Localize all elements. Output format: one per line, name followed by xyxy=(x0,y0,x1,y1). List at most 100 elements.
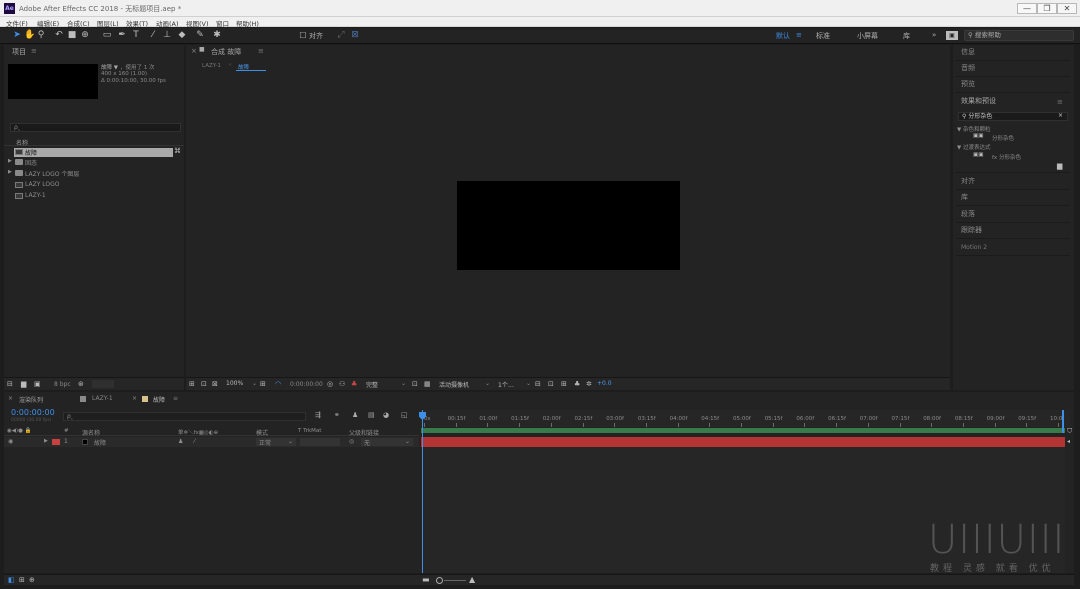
project-panel-title[interactable]: 项目 xyxy=(12,47,26,57)
timeline-search-input[interactable]: ρ‸ xyxy=(63,412,306,421)
channel-icon[interactable]: ♣ xyxy=(351,380,357,388)
effect-category[interactable]: ▼ 杂色和颗粒 xyxy=(957,125,990,133)
parent-header[interactable]: 父级和链接 xyxy=(349,428,379,437)
views-dropdown[interactable]: 1个… xyxy=(498,380,514,389)
effect-item[interactable]: fx 分形杂色 xyxy=(992,153,1021,161)
layer-out-marker-icon[interactable]: ◂ xyxy=(1067,438,1070,445)
project-panel-menu-icon[interactable]: ≡ xyxy=(31,47,37,55)
snapshot-icon[interactable]: ◎ xyxy=(327,380,333,388)
new-folder-icon[interactable]: ▆ xyxy=(21,380,26,388)
effects-presets-tab[interactable]: 效果和预设 xyxy=(956,94,1070,110)
timeline-icon[interactable]: ⊞ xyxy=(561,380,567,388)
rotate-tool-icon[interactable]: ↶ xyxy=(54,30,64,41)
pan-behind-tool-icon[interactable]: ⊕ xyxy=(80,30,90,41)
camera-tool-icon[interactable]: ■ xyxy=(67,30,77,41)
search-help-input[interactable]: ⚲ 搜索帮助 xyxy=(964,30,1074,41)
layer-name[interactable]: 故障 xyxy=(94,438,106,447)
workspace-library[interactable]: 库 xyxy=(903,31,910,41)
minimize-button[interactable]: — xyxy=(1017,3,1037,14)
expand-arrow-icon[interactable]: ▶ xyxy=(8,169,12,175)
motion-blur-icon[interactable]: ◕ xyxy=(383,411,389,419)
flowchart-icon[interactable]: ⌘ xyxy=(174,147,181,155)
frame-blending-icon[interactable]: ▤ xyxy=(368,411,375,419)
chevron-down-icon[interactable]: ⌄ xyxy=(526,380,531,387)
workspace-menu-icon[interactable]: ≡ xyxy=(796,31,802,39)
new-composition-icon[interactable]: ▣ xyxy=(34,380,41,388)
hide-shy-layers-icon[interactable]: ♟ xyxy=(352,411,358,419)
trkmat-dropdown[interactable] xyxy=(300,438,340,446)
menu-animation[interactable]: 动画(A) xyxy=(156,18,179,28)
menu-file[interactable]: 文件(F) xyxy=(6,18,28,28)
exposure-value[interactable]: +0.0 xyxy=(597,380,612,387)
close-tab-icon[interactable]: × xyxy=(8,395,13,402)
toggle-in-out-icon[interactable]: ⊕ xyxy=(29,576,35,584)
magnification-dropdown[interactable]: 100% xyxy=(226,380,243,387)
delete-icon[interactable]: ⊛ xyxy=(78,380,84,388)
text-tool-icon[interactable]: T xyxy=(131,30,141,41)
mode-dropdown[interactable]: 正常 ⌄ xyxy=(256,438,296,447)
work-area-end-marker[interactable] xyxy=(1062,410,1064,433)
project-item-name[interactable]: LAZY LOGO 个图层 xyxy=(25,169,79,178)
chevron-down-icon[interactable]: ⌄ xyxy=(485,380,490,387)
bit-depth-button[interactable]: 8 bpc xyxy=(54,381,71,388)
puppet-tool-icon[interactable]: ✱ xyxy=(212,30,222,41)
thumbnail-slider[interactable] xyxy=(92,380,114,388)
comp-mini-flowchart-icon[interactable]: ⇶ xyxy=(315,411,321,419)
menu-layer[interactable]: 图层(L) xyxy=(97,18,119,28)
current-time[interactable]: 0:00:00:00 xyxy=(290,381,323,388)
layer-row[interactable]: ◉ ▶ 1 故障 ♟ ⁄ 正常 ⌄ ◎ 无 ⌄ xyxy=(4,437,419,447)
roto-brush-tool-icon[interactable]: ✎ xyxy=(195,30,205,41)
sync-settings-icon[interactable]: ▣ xyxy=(946,31,958,40)
close-button[interactable]: ✕ xyxy=(1057,3,1077,14)
more-workspaces-icon[interactable]: » xyxy=(932,31,936,39)
always-preview-icon[interactable]: ⊞ xyxy=(189,380,195,388)
close-tab-icon[interactable]: × xyxy=(191,47,197,55)
guzhang-timeline-tab[interactable]: 故障 xyxy=(153,395,165,404)
show-snapshot-icon[interactable]: ⚇ xyxy=(339,380,345,388)
lock-icon[interactable]: ■ xyxy=(199,46,205,53)
region-of-interest-icon[interactable]: ⊡ xyxy=(412,380,418,388)
info-panel-tab[interactable]: 信息 xyxy=(956,45,1070,61)
menu-edit[interactable]: 编辑(E) xyxy=(37,18,59,28)
workspace-default[interactable]: 默认 xyxy=(776,31,790,41)
view-icon[interactable]: ⊠ xyxy=(212,380,218,388)
paragraph-panel-tab[interactable]: 段落 xyxy=(956,207,1070,223)
preview-panel-tab[interactable]: 预览 xyxy=(956,77,1070,93)
zoom-slider-track[interactable] xyxy=(444,580,466,581)
new-preset-icon[interactable]: ▆ xyxy=(1057,162,1062,170)
clone-stamp-tool-icon[interactable]: ⊥ xyxy=(162,30,172,41)
menu-window[interactable]: 窗口 xyxy=(216,18,229,28)
clear-search-icon[interactable]: × xyxy=(1058,112,1063,119)
column-name[interactable]: 名称 xyxy=(16,138,28,147)
menu-composition[interactable]: 合成(C) xyxy=(67,18,90,28)
current-time-indicator[interactable] xyxy=(422,410,423,573)
motion-2-panel-tab[interactable]: Motion 2 xyxy=(956,240,1070,256)
brush-tool-icon[interactable]: ⁄ xyxy=(148,30,158,41)
parent-dropdown[interactable]: 无 ⌄ xyxy=(361,438,413,447)
chevron-down-icon[interactable]: ⌄ xyxy=(252,380,257,387)
menu-effect[interactable]: 效果(T) xyxy=(126,18,148,28)
project-item-name[interactable]: 故障 xyxy=(25,148,37,157)
snap-option-icon[interactable]: ⤢ xyxy=(336,30,346,41)
flowchart-icon[interactable]: ♣ xyxy=(574,380,580,388)
trkmat-header[interactable]: T TrkMat xyxy=(298,428,321,434)
zoom-tool-icon[interactable]: ⚲ xyxy=(36,30,46,41)
align-panel-tab[interactable]: 对齐 xyxy=(956,174,1070,190)
project-item-name[interactable]: LAZY LOGO xyxy=(25,181,60,188)
toggle-transfer-icon[interactable]: ⊞ xyxy=(19,576,25,584)
zoom-in-icon[interactable]: ▲ xyxy=(469,575,475,584)
effects-panel-menu-icon[interactable]: ≡ xyxy=(1057,98,1063,106)
work-area-bar[interactable] xyxy=(421,428,1065,433)
effects-search-input[interactable]: ⚲ 分形杂色 xyxy=(958,112,1068,121)
audio-panel-tab[interactable]: 音频 xyxy=(956,61,1070,77)
graph-editor-icon[interactable]: ◱ xyxy=(401,411,408,419)
transparency-grid-icon[interactable]: ▦ xyxy=(424,380,431,388)
rectangle-tool-icon[interactable]: ▭ xyxy=(102,30,112,41)
effect-category[interactable]: ▼ 过渡表达式 xyxy=(957,143,990,151)
effect-item[interactable]: 分形杂色 xyxy=(992,134,1014,142)
pixel-aspect-icon[interactable]: ⊟ xyxy=(535,380,541,388)
menu-view[interactable]: 视图(V) xyxy=(186,18,209,28)
project-search-input[interactable]: ρ‸ xyxy=(10,123,181,132)
expand-arrow-icon[interactable]: ▶ xyxy=(8,158,12,164)
eraser-tool-icon[interactable]: ◆ xyxy=(177,30,187,41)
